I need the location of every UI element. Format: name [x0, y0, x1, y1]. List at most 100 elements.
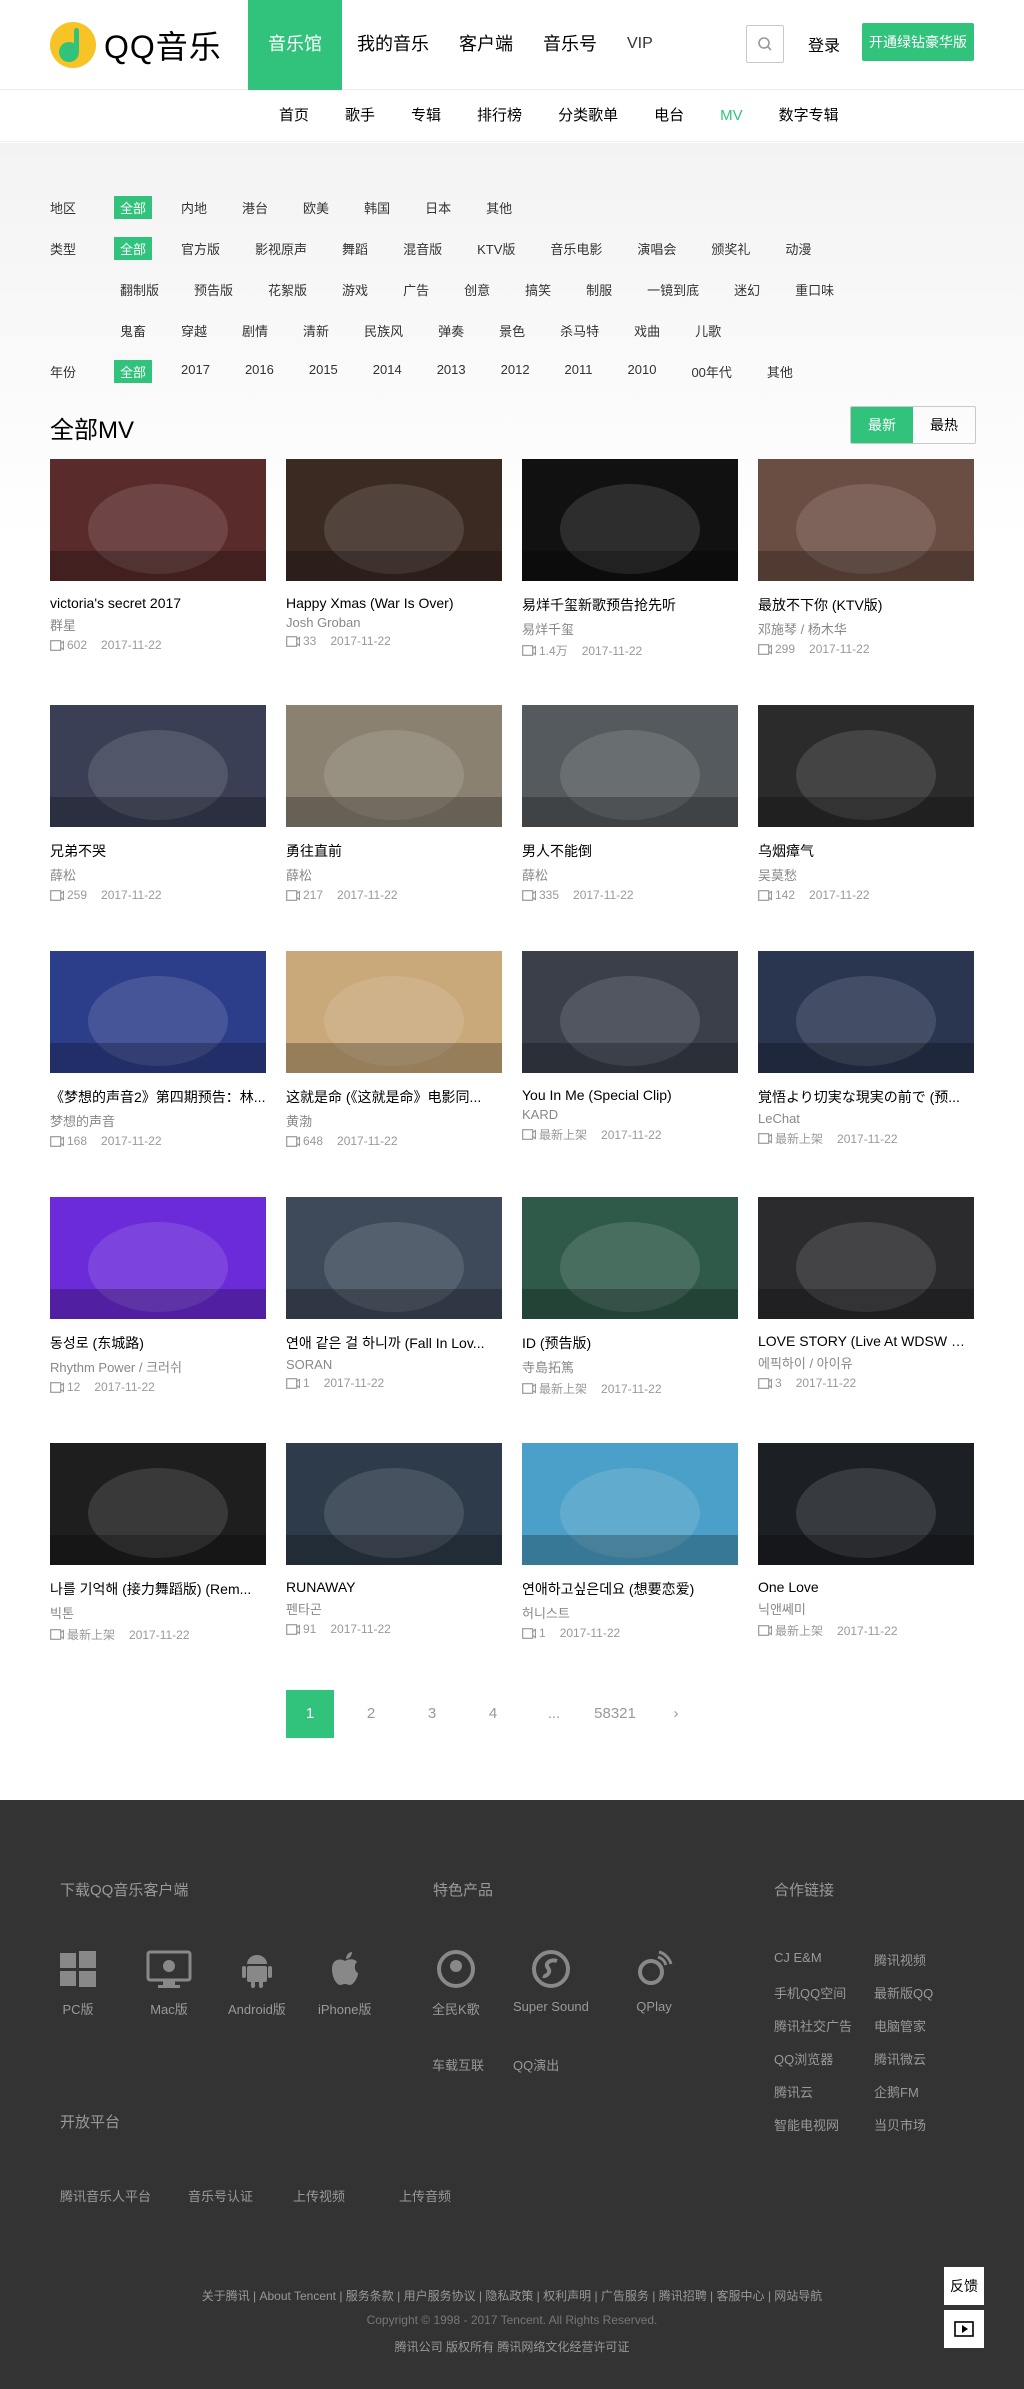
mv-card[interactable]: 勇往直前 薛松 217 2017-11-22 [286, 705, 502, 902]
mv-title[interactable]: You In Me (Special Clip) [522, 1087, 738, 1103]
filter-area-option[interactable]: 韩国 [358, 196, 396, 219]
mv-title[interactable]: 勇往直前 [286, 841, 502, 861]
mv-thumbnail[interactable] [522, 705, 738, 827]
open-link-audio[interactable]: 上传音频 [399, 2186, 451, 2205]
open-link-musician[interactable]: 腾讯音乐人平台 [60, 2186, 151, 2205]
filter-type3-option[interactable]: 儿歌 [689, 319, 727, 342]
mv-thumbnail[interactable] [286, 1443, 502, 1565]
mv-title[interactable]: 兄弟不哭 [50, 841, 266, 861]
mv-card[interactable]: 나를 기억해 (接力舞蹈版) (Rem... 빅톤 最新上架 2017-11-22 [50, 1443, 266, 1643]
mv-card[interactable]: You In Me (Special Clip) KARD 最新上架 2017-11-… [522, 951, 738, 1143]
mv-card[interactable]: 覚悟より切実な現実の前で (预... LeChat 最新上架 2017-11-22 [758, 951, 974, 1147]
open-link-account[interactable]: 音乐号认证 [188, 2186, 253, 2205]
filter-area-option[interactable]: 内地 [175, 196, 213, 219]
filter-year-option[interactable]: 2013 [431, 360, 472, 383]
mv-title[interactable]: 男人不能倒 [522, 841, 738, 861]
mv-singer[interactable]: LeChat [758, 1111, 974, 1126]
mv-title[interactable]: Happy Xmas (War Is Over) [286, 595, 502, 611]
mv-card[interactable]: victoria's secret 2017 群星 602 2017-11-22 [50, 459, 266, 652]
nav-client[interactable]: 客户端 [444, 0, 528, 90]
mv-singer[interactable]: 허니스트 [522, 1603, 738, 1622]
partner-link[interactable]: 企鹅FM [874, 2082, 919, 2101]
product-kge[interactable]: 全民K歌 [432, 1949, 480, 2018]
mv-singer[interactable]: 寺島拓篤 [522, 1357, 738, 1376]
filter-year-option[interactable]: 其他 [761, 360, 799, 383]
partner-link[interactable]: 腾讯微云 [874, 2049, 926, 2068]
app-android[interactable]: Android版 [228, 1949, 286, 2018]
mv-thumbnail[interactable] [286, 1197, 502, 1319]
sort-hottest-button[interactable]: 最热 [913, 407, 975, 443]
partner-link[interactable]: 手机QQ空间 [774, 1983, 846, 2002]
mv-title[interactable]: 연애 같은 걸 하니까 (Fall In Lov... [286, 1333, 502, 1353]
mv-thumbnail[interactable] [522, 459, 738, 581]
filter-type3-option[interactable]: 戏曲 [628, 319, 666, 342]
filter-type3-option[interactable]: 景色 [493, 319, 531, 342]
app-iphone[interactable]: iPhone版 [318, 1949, 371, 2018]
filter-area-option[interactable]: 全部 [114, 196, 153, 219]
mv-singer[interactable]: Rhythm Power / 크러쉬 [50, 1357, 266, 1376]
legal-links[interactable]: 关于腾讯 | About Tencent | 服务条款 | 用户服务协议 | 隐… [0, 2287, 1024, 2304]
pager-page[interactable]: 2 [347, 1690, 395, 1738]
feedback-button[interactable]: 反馈 [944, 2267, 984, 2305]
mv-title[interactable]: ID (预告版) [522, 1333, 738, 1353]
filter-type3-option[interactable]: 剧情 [236, 319, 274, 342]
filter-area-option[interactable]: 日本 [419, 196, 457, 219]
mv-card[interactable]: 연애하고싶은데요 (想要恋爱) 허니스트 1 2017-11-22 [522, 1443, 738, 1640]
mv-singer[interactable]: 邓施琴 / 杨木华 [758, 619, 974, 638]
filter-type2-option[interactable]: 预告版 [188, 278, 239, 301]
partner-link[interactable]: CJ E&M [774, 1950, 822, 1965]
mv-title[interactable]: 这就是命 (《这就是命》电影同... [286, 1087, 502, 1107]
subnav-radio[interactable]: 电台 [654, 90, 684, 142]
mv-singer[interactable]: 黄渤 [286, 1111, 502, 1130]
subnav-home[interactable]: 首页 [279, 90, 309, 142]
filter-type2-option[interactable]: 创意 [458, 278, 496, 301]
app-pc[interactable]: PC版 [58, 1949, 98, 2018]
qq-music-logo[interactable]: QQ音乐 [50, 22, 222, 68]
partner-link[interactable]: 最新版QQ [874, 1983, 933, 2002]
product-supersound[interactable]: Super Sound [513, 1949, 589, 2014]
mv-title[interactable]: 《梦想的声音2》第四期预告：林... [50, 1087, 266, 1107]
filter-year-option[interactable]: 2015 [303, 360, 344, 383]
mv-title[interactable]: One Love [758, 1579, 974, 1595]
mv-thumbnail[interactable] [50, 459, 266, 581]
mv-thumbnail[interactable] [522, 1443, 738, 1565]
mv-title[interactable]: 동성로 (东城路) [50, 1333, 266, 1353]
mv-card[interactable]: 동성로 (东城路) Rhythm Power / 크러쉬 12 2017-11-22 [50, 1197, 266, 1394]
mv-title[interactable]: 易烊千玺新歌预告抢先听 [522, 595, 738, 615]
sort-newest-button[interactable]: 最新 [851, 407, 913, 443]
mv-card[interactable]: RUNAWAY 펜타곤 91 2017-11-22 [286, 1443, 502, 1636]
mv-card[interactable]: 男人不能倒 薛松 335 2017-11-22 [522, 705, 738, 902]
mv-thumbnail[interactable] [50, 705, 266, 827]
vip-button[interactable]: 开通绿钻豪华版 [862, 23, 974, 61]
mv-singer[interactable]: 薛松 [286, 865, 502, 884]
mv-singer[interactable]: 에픽하이 / 아이유 [758, 1353, 974, 1372]
pager-page[interactable]: 58321 [591, 1690, 639, 1738]
filter-year-option[interactable]: 2017 [175, 360, 216, 383]
partner-link[interactable]: 当贝市场 [874, 2115, 926, 2134]
mv-singer[interactable]: SORAN [286, 1357, 502, 1372]
pager-page[interactable]: 1 [286, 1690, 334, 1738]
nav-music-hall[interactable]: 音乐馆 [248, 0, 342, 90]
filter-type3-option[interactable]: 弹奏 [432, 319, 470, 342]
filter-type-option[interactable]: 音乐电影 [544, 237, 608, 260]
filter-area-option[interactable]: 其他 [480, 196, 518, 219]
pager-next-button[interactable]: › [652, 1690, 700, 1738]
filter-year-option[interactable]: 2014 [367, 360, 408, 383]
mv-title[interactable]: 乌烟瘴气 [758, 841, 974, 861]
filter-type2-option[interactable]: 迷幻 [728, 278, 766, 301]
mv-card[interactable]: 兄弟不哭 薛松 259 2017-11-22 [50, 705, 266, 902]
mv-thumbnail[interactable] [758, 705, 974, 827]
mv-thumbnail[interactable] [522, 1197, 738, 1319]
filter-type3-option[interactable]: 鬼畜 [114, 319, 152, 342]
filter-type2-option[interactable]: 重口味 [789, 278, 840, 301]
subnav-charts[interactable]: 排行榜 [477, 90, 522, 142]
mv-thumbnail[interactable] [286, 705, 502, 827]
search-button[interactable] [746, 25, 784, 63]
mv-thumbnail[interactable] [50, 951, 266, 1073]
filter-type2-option[interactable]: 制服 [580, 278, 618, 301]
mv-singer[interactable]: 吴莫愁 [758, 865, 974, 884]
filter-type-option[interactable]: 舞蹈 [336, 237, 374, 260]
open-link-video[interactable]: 上传视频 [293, 2186, 345, 2205]
mv-thumbnail[interactable] [286, 951, 502, 1073]
pager-page[interactable]: 4 [469, 1690, 517, 1738]
